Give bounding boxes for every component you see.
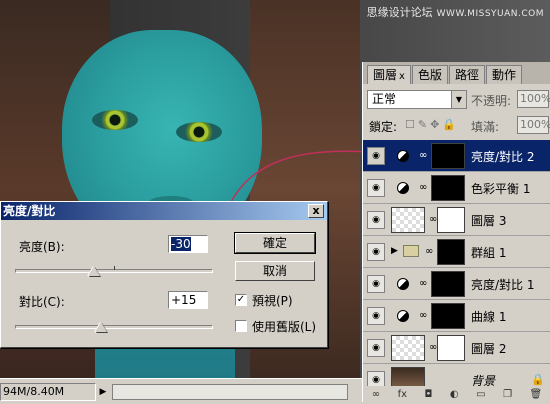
visibility-eye-icon[interactable]: ◉: [367, 243, 385, 261]
layer-name: 色彩平衡 1: [471, 182, 531, 196]
blend-row: 正常 ▼ 不透明: 100%: [367, 90, 550, 110]
fx-icon[interactable]: fx: [398, 389, 407, 400]
layer-name: 亮度/對比 2: [471, 150, 535, 164]
layer-row[interactable]: ◉ ∞ 亮度/對比 1: [363, 268, 550, 300]
group-mask-thumbnail[interactable]: [437, 239, 465, 265]
adjustment-layer-icon: [397, 278, 409, 290]
fill-label: 填滿:: [471, 120, 500, 134]
blend-mode-select[interactable]: 正常 ▼: [367, 90, 467, 109]
visibility-eye-icon[interactable]: ◉: [367, 211, 385, 229]
new-adjustment-icon[interactable]: ◐: [450, 389, 459, 400]
watermark: 思缘设计论坛 WWW.MISSYUAN.COM: [367, 4, 544, 20]
adjustment-layer-icon: [397, 182, 409, 194]
layer-mask-thumbnail[interactable]: [431, 271, 465, 297]
layer-mask-thumbnail[interactable]: [437, 207, 465, 233]
legacy-checkbox[interactable]: [235, 320, 247, 332]
chevron-down-icon[interactable]: ▼: [451, 91, 466, 108]
blend-mode-value: 正常: [372, 92, 397, 106]
ok-button[interactable]: 確定: [234, 232, 316, 254]
opacity-label: 不透明:: [471, 94, 512, 108]
layer-row[interactable]: ◉ ∞ 曲線 1: [363, 300, 550, 332]
layer-thumbnail[interactable]: [391, 207, 425, 233]
visibility-eye-icon[interactable]: ◉: [367, 307, 385, 325]
tab-label: 圖層: [373, 68, 398, 82]
doc-size: 94M/8.40M: [0, 382, 96, 401]
visibility-eye-icon[interactable]: ◉: [367, 179, 385, 197]
layer-mask-thumbnail[interactable]: [431, 175, 465, 201]
brightness-contrast-dialog: 亮度/對比 x 亮度(B): -30 對比(C): +15 確定 取消 ✓ 預視…: [0, 201, 328, 348]
visibility-eye-icon[interactable]: ◉: [367, 147, 385, 165]
watermark-text: 思缘设计论坛: [366, 6, 433, 19]
new-group-icon[interactable]: ▭: [476, 389, 485, 400]
new-layer-icon[interactable]: ❐: [503, 389, 512, 400]
visibility-eye-icon[interactable]: ◉: [367, 339, 385, 357]
legacy-label: 使用舊版(L): [252, 320, 317, 334]
folder-icon: [403, 245, 419, 257]
layers-panel: 圖層 x 色版 路徑 動作 正常 ▼ 不透明: 100% 鎖定: ☐✎✥🔒 填滿: …: [362, 62, 550, 402]
layer-row[interactable]: ◉ ∞ 亮度/對比 2: [363, 140, 550, 172]
visibility-eye-icon[interactable]: ◉: [367, 275, 385, 293]
link-icon: ∞: [419, 278, 428, 289]
contrast-input[interactable]: +15: [168, 291, 208, 309]
adjustment-layer-icon: [397, 150, 409, 162]
lock-icon: 🔒: [531, 373, 545, 386]
horizontal-scrollbar[interactable]: [112, 383, 348, 400]
layer-mask-thumbnail[interactable]: [431, 303, 465, 329]
link-icon: ∞: [419, 150, 428, 161]
layers-bottom-toolbar: ∞ fx ◘ ◐ ▭ ❐ 🗑: [363, 386, 550, 402]
layer-name: 群組 1: [471, 246, 507, 260]
link-icon: ∞: [419, 310, 428, 321]
link-layers-icon[interactable]: ∞: [372, 389, 380, 400]
tab-layers[interactable]: 圖層 x: [367, 65, 411, 84]
layer-mask-thumbnail[interactable]: [431, 143, 465, 169]
layer-mask-thumbnail[interactable]: [437, 335, 465, 361]
link-icon: ∞: [425, 246, 434, 257]
cancel-button[interactable]: 取消: [235, 261, 315, 281]
watermark-url: WWW.MISSYUAN.COM: [436, 9, 544, 19]
preview-label: 預視(P): [252, 294, 293, 308]
tab-close-icon[interactable]: x: [399, 71, 405, 82]
add-mask-icon[interactable]: ◘: [425, 389, 433, 400]
preview-checkbox[interactable]: ✓: [235, 294, 247, 306]
link-icon: ∞: [419, 182, 428, 193]
layer-thumbnail[interactable]: [391, 335, 425, 361]
brightness-slider-midtick: [114, 266, 115, 270]
dialog-title: 亮度/對比: [3, 204, 56, 218]
layer-name: 圖層 3: [471, 214, 507, 228]
contrast-slider-thumb[interactable]: [94, 322, 107, 332]
layer-row[interactable]: ◉ ∞ 色彩平衡 1: [363, 172, 550, 204]
brightness-value: -30: [171, 237, 191, 251]
layer-row[interactable]: ◉ ∞ 圖層 3: [363, 204, 550, 236]
layer-name: 曲線 1: [471, 310, 507, 324]
opacity-input[interactable]: 100%: [517, 90, 550, 108]
tab-actions[interactable]: 動作: [485, 65, 522, 84]
layer-name: 亮度/對比 1: [471, 278, 535, 292]
adjustment-layer-icon: [397, 310, 409, 322]
fill-input[interactable]: 100%: [517, 116, 550, 134]
trash-icon[interactable]: 🗑: [530, 389, 543, 400]
brightness-slider-thumb[interactable]: [88, 266, 101, 276]
contrast-label: 對比(C):: [19, 295, 65, 309]
dialog-titlebar[interactable]: 亮度/對比 x: [1, 202, 327, 220]
layer-name: 圖層 2: [471, 342, 507, 356]
brightness-input[interactable]: -30: [168, 235, 208, 253]
brightness-label: 亮度(B):: [19, 240, 65, 254]
lock-icons[interactable]: ☐✎✥🔒: [405, 118, 459, 131]
contrast-slider[interactable]: [15, 325, 213, 329]
close-button[interactable]: x: [308, 204, 324, 218]
tab-channels[interactable]: 色版: [411, 65, 448, 84]
lock-label: 鎖定:: [369, 120, 398, 134]
status-menu-arrow-icon[interactable]: ▶: [96, 383, 110, 401]
expand-triangle-icon[interactable]: ▶: [391, 246, 398, 256]
tab-paths[interactable]: 路徑: [448, 65, 485, 84]
layer-row[interactable]: ◉ ▶ ∞ 群組 1: [363, 236, 550, 268]
panel-tabs: 圖層 x 色版 路徑 動作: [363, 62, 550, 84]
layers-list: ◉ ∞ 亮度/對比 2 ◉ ∞ 色彩平衡 1 ◉ ∞ 圖層 3 ◉ ▶ ∞ 群組…: [363, 140, 550, 396]
layer-row[interactable]: ◉ ∞ 圖層 2: [363, 332, 550, 364]
